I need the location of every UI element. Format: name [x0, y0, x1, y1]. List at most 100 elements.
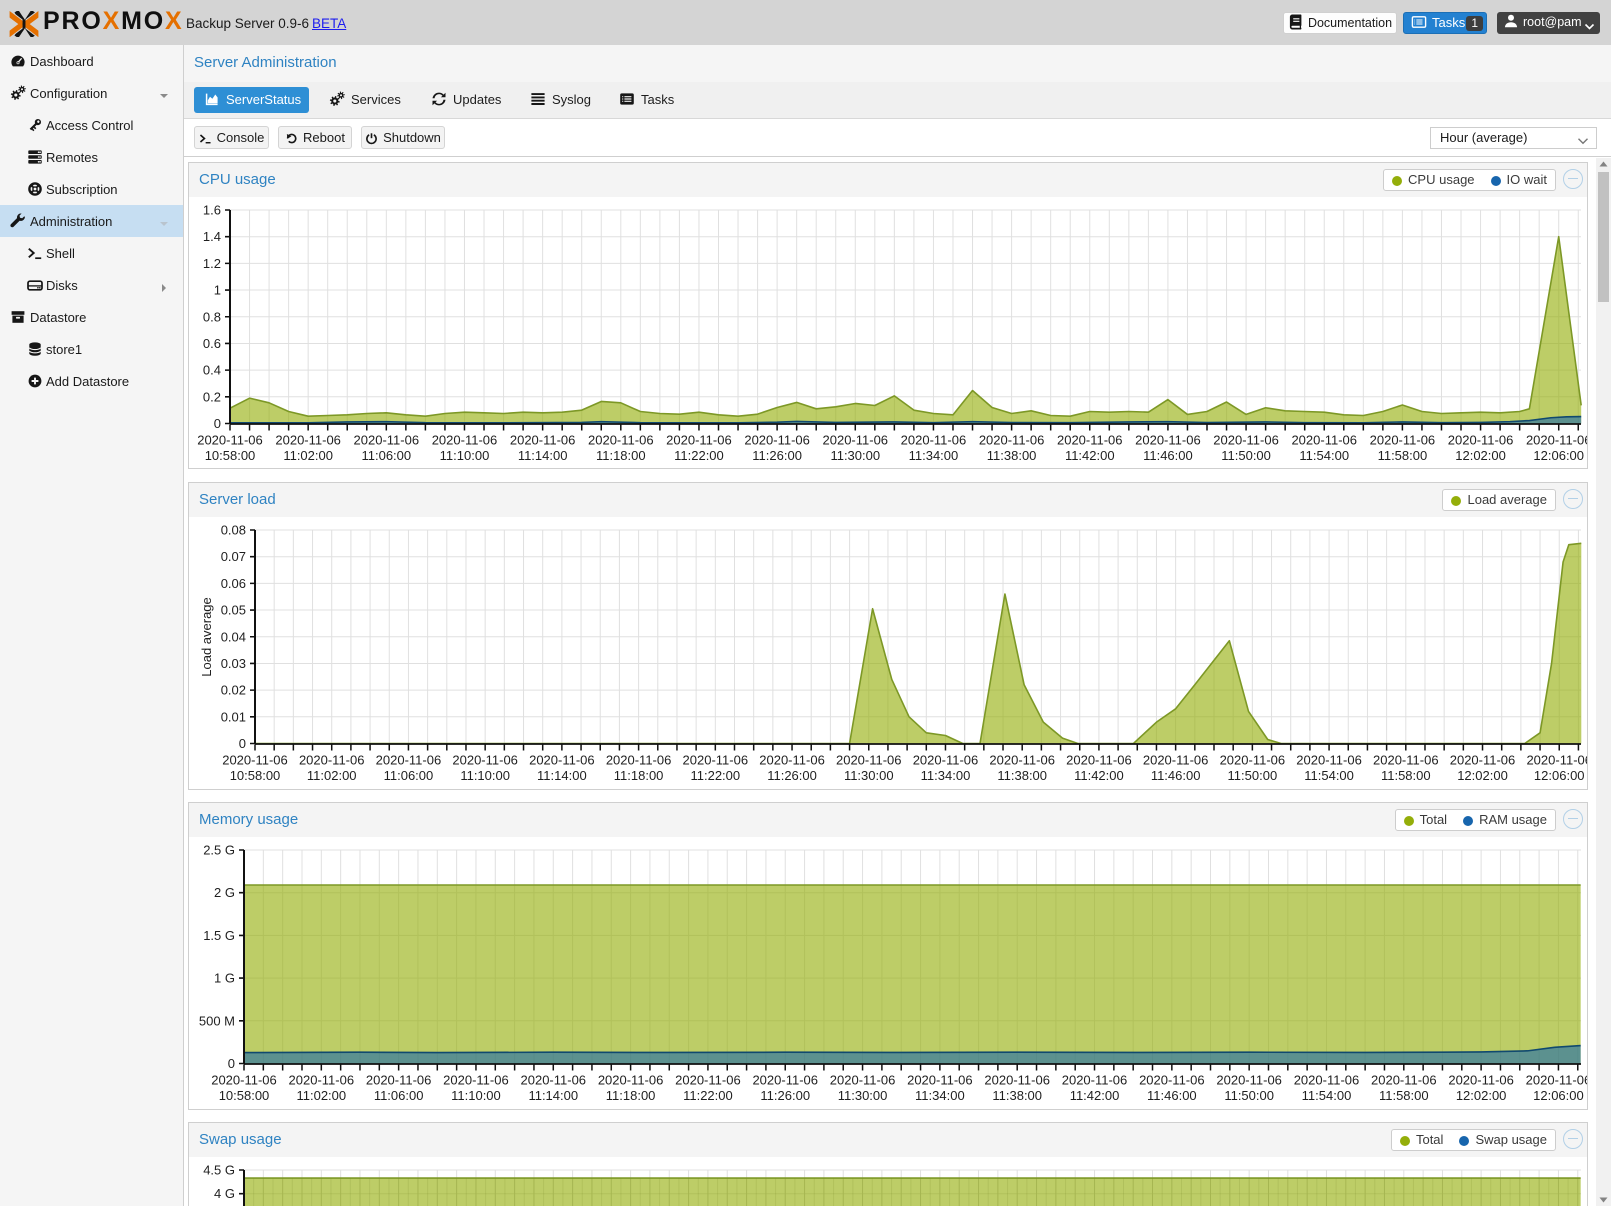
- svg-text:2020-11-06: 2020-11-06: [521, 1073, 587, 1088]
- svg-text:11:14:00: 11:14:00: [518, 448, 568, 463]
- svg-text:11:34:00: 11:34:00: [909, 448, 959, 463]
- svg-text:2020-11-06: 2020-11-06: [901, 433, 967, 448]
- svg-text:2020-11-06: 2020-11-06: [1139, 1073, 1205, 1088]
- svg-text:11:14:00: 11:14:00: [537, 768, 587, 783]
- svg-text:11:06:00: 11:06:00: [384, 768, 434, 783]
- svg-text:2020-11-06: 2020-11-06: [752, 1073, 818, 1088]
- svg-text:11:50:00: 11:50:00: [1221, 448, 1271, 463]
- svg-text:2020-11-06: 2020-11-06: [1294, 1073, 1360, 1088]
- svg-text:2020-11-06: 2020-11-06: [913, 753, 979, 768]
- svg-text:12:06:00: 12:06:00: [1534, 768, 1585, 783]
- svg-text:2020-11-06: 2020-11-06: [675, 1073, 741, 1088]
- svg-text:0.4: 0.4: [203, 363, 221, 378]
- svg-text:10:58:00: 10:58:00: [219, 1088, 270, 1103]
- svg-text:11:10:00: 11:10:00: [460, 768, 510, 783]
- svg-text:0.04: 0.04: [221, 629, 246, 644]
- svg-text:0.8: 0.8: [203, 309, 221, 324]
- svg-text:12:02:00: 12:02:00: [1455, 448, 1506, 463]
- svg-text:2020-11-06: 2020-11-06: [1216, 1073, 1282, 1088]
- svg-text:11:34:00: 11:34:00: [921, 768, 971, 783]
- svg-text:11:06:00: 11:06:00: [361, 448, 411, 463]
- svg-text:11:22:00: 11:22:00: [674, 448, 724, 463]
- svg-text:2020-11-06: 2020-11-06: [823, 433, 889, 448]
- svg-text:11:30:00: 11:30:00: [844, 768, 894, 783]
- svg-text:2020-11-06: 2020-11-06: [598, 1073, 664, 1088]
- svg-text:0.08: 0.08: [221, 523, 246, 538]
- svg-text:0: 0: [228, 1056, 235, 1071]
- svg-text:2020-11-06: 2020-11-06: [222, 753, 288, 768]
- svg-text:2020-11-06: 2020-11-06: [1143, 753, 1209, 768]
- svg-text:2020-11-06: 2020-11-06: [275, 433, 341, 448]
- svg-text:11:58:00: 11:58:00: [1378, 448, 1428, 463]
- svg-text:11:58:00: 11:58:00: [1381, 768, 1431, 783]
- svg-text:11:46:00: 11:46:00: [1151, 768, 1201, 783]
- svg-text:11:18:00: 11:18:00: [596, 448, 646, 463]
- svg-text:11:22:00: 11:22:00: [683, 1088, 733, 1103]
- svg-text:11:18:00: 11:18:00: [614, 768, 664, 783]
- svg-text:2020-11-06: 2020-11-06: [376, 753, 442, 768]
- svg-text:11:54:00: 11:54:00: [1304, 768, 1354, 783]
- svg-text:2020-11-06: 2020-11-06: [443, 1073, 509, 1088]
- svg-text:2020-11-06: 2020-11-06: [759, 753, 825, 768]
- svg-text:0: 0: [214, 416, 221, 431]
- svg-text:2020-11-06: 2020-11-06: [1062, 1073, 1128, 1088]
- svg-text:12:02:00: 12:02:00: [1457, 768, 1508, 783]
- svg-text:10:58:00: 10:58:00: [230, 768, 281, 783]
- svg-text:2020-11-06: 2020-11-06: [1066, 753, 1132, 768]
- svg-text:11:22:00: 11:22:00: [690, 768, 740, 783]
- svg-text:2020-11-06: 2020-11-06: [1291, 433, 1357, 448]
- svg-text:11:30:00: 11:30:00: [838, 1088, 888, 1103]
- svg-text:2020-11-06: 2020-11-06: [299, 753, 365, 768]
- svg-text:2020-11-06: 2020-11-06: [211, 1073, 277, 1088]
- svg-text:11:50:00: 11:50:00: [1228, 768, 1278, 783]
- svg-text:4.5 G: 4.5 G: [203, 1163, 235, 1178]
- svg-text:2020-11-06: 2020-11-06: [1450, 753, 1516, 768]
- svg-text:2 G: 2 G: [214, 885, 235, 900]
- svg-text:11:18:00: 11:18:00: [606, 1088, 656, 1103]
- svg-text:11:46:00: 11:46:00: [1143, 448, 1193, 463]
- svg-text:11:42:00: 11:42:00: [1065, 448, 1115, 463]
- svg-text:11:38:00: 11:38:00: [987, 448, 1037, 463]
- svg-text:2020-11-06: 2020-11-06: [907, 1073, 973, 1088]
- svg-text:2020-11-06: 2020-11-06: [989, 753, 1055, 768]
- svg-text:2020-11-06: 2020-11-06: [588, 433, 654, 448]
- svg-text:2.5 G: 2.5 G: [203, 843, 235, 858]
- svg-text:11:42:00: 11:42:00: [1074, 768, 1124, 783]
- svg-text:2020-11-06: 2020-11-06: [289, 1073, 355, 1088]
- svg-text:2020-11-06: 2020-11-06: [529, 753, 595, 768]
- svg-text:2020-11-06: 2020-11-06: [984, 1073, 1050, 1088]
- svg-text:11:34:00: 11:34:00: [915, 1088, 965, 1103]
- svg-text:11:26:00: 11:26:00: [767, 768, 817, 783]
- svg-text:2020-11-06: 2020-11-06: [836, 753, 902, 768]
- svg-text:2020-11-06: 2020-11-06: [366, 1073, 432, 1088]
- svg-text:11:14:00: 11:14:00: [528, 1088, 578, 1103]
- svg-text:2020-11-06: 2020-11-06: [1448, 433, 1514, 448]
- svg-text:2020-11-06: 2020-11-06: [1213, 433, 1279, 448]
- svg-text:0.01: 0.01: [221, 709, 246, 724]
- svg-text:11:54:00: 11:54:00: [1302, 1088, 1352, 1103]
- svg-text:0.02: 0.02: [221, 683, 246, 698]
- svg-text:0.05: 0.05: [221, 603, 246, 618]
- svg-text:2020-11-06: 2020-11-06: [197, 433, 263, 448]
- svg-text:11:30:00: 11:30:00: [830, 448, 880, 463]
- svg-text:11:54:00: 11:54:00: [1299, 448, 1349, 463]
- svg-text:11:58:00: 11:58:00: [1379, 1088, 1429, 1103]
- svg-text:2020-11-06: 2020-11-06: [1371, 1073, 1437, 1088]
- svg-text:2020-11-06: 2020-11-06: [979, 433, 1045, 448]
- svg-text:11:02:00: 11:02:00: [307, 768, 357, 783]
- svg-text:10:58:00: 10:58:00: [205, 448, 256, 463]
- svg-text:11:10:00: 11:10:00: [451, 1088, 501, 1103]
- svg-text:11:38:00: 11:38:00: [992, 1088, 1042, 1103]
- svg-text:2020-11-06: 2020-11-06: [1526, 753, 1587, 768]
- svg-text:1.4: 1.4: [203, 229, 221, 244]
- svg-text:11:06:00: 11:06:00: [374, 1088, 424, 1103]
- svg-text:12:06:00: 12:06:00: [1533, 448, 1584, 463]
- svg-text:1.6: 1.6: [203, 203, 221, 218]
- svg-text:1: 1: [214, 283, 221, 298]
- svg-text:2020-11-06: 2020-11-06: [830, 1073, 896, 1088]
- svg-text:2020-11-06: 2020-11-06: [683, 753, 749, 768]
- svg-text:2020-11-06: 2020-11-06: [1448, 1073, 1514, 1088]
- svg-text:0.03: 0.03: [221, 656, 246, 671]
- svg-text:2020-11-06: 2020-11-06: [432, 433, 498, 448]
- svg-text:1.5 G: 1.5 G: [203, 928, 235, 943]
